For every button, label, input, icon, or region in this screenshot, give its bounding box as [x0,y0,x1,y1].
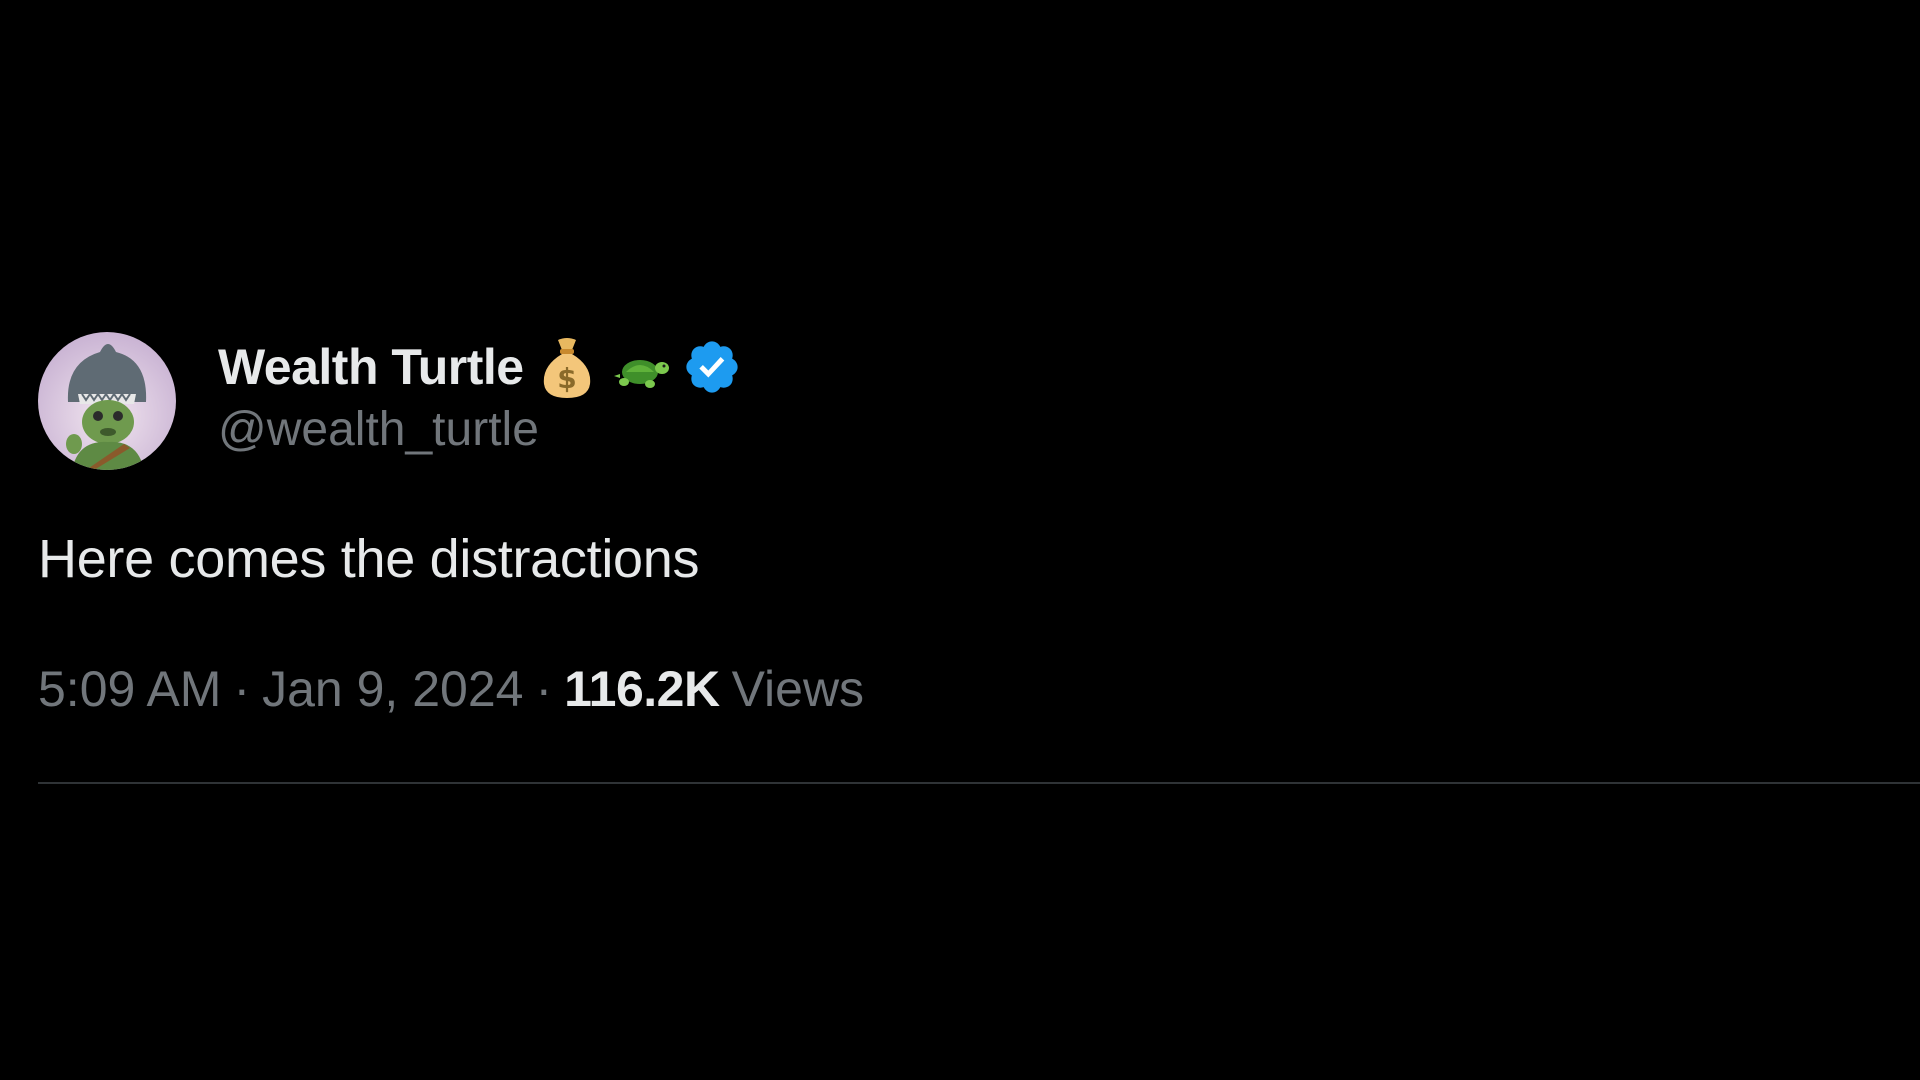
svg-text:$: $ [557,362,576,395]
money-bag-icon: $ [536,334,598,400]
tweet-detail: Wealth Turtle $ @wealth_turtle Here come… [0,0,1920,1080]
views-label: Views [731,661,865,717]
views-count[interactable]: 116.2K [564,661,720,717]
meta-separator: · [535,661,553,717]
username-handle[interactable]: @wealth_turtle [218,402,742,457]
turtle-icon [610,334,672,400]
name-row: Wealth Turtle $ [218,334,742,400]
meta-separator: · [233,661,251,717]
tweet-header: Wealth Turtle $ @wealth_turtle [218,334,742,457]
tweet-meta: 5:09 AM · Jan 9, 2024 · 116.2K Views [38,660,864,718]
timestamp-time[interactable]: 5:09 AM [38,661,221,717]
avatar-image [38,332,176,470]
avatar[interactable] [38,332,176,470]
display-name[interactable]: Wealth Turtle [218,338,524,396]
tweet-text: Here comes the distractions [38,529,700,589]
timestamp-date[interactable]: Jan 9, 2024 [262,661,523,717]
verified-badge-icon[interactable] [682,337,742,397]
divider [38,782,1920,784]
